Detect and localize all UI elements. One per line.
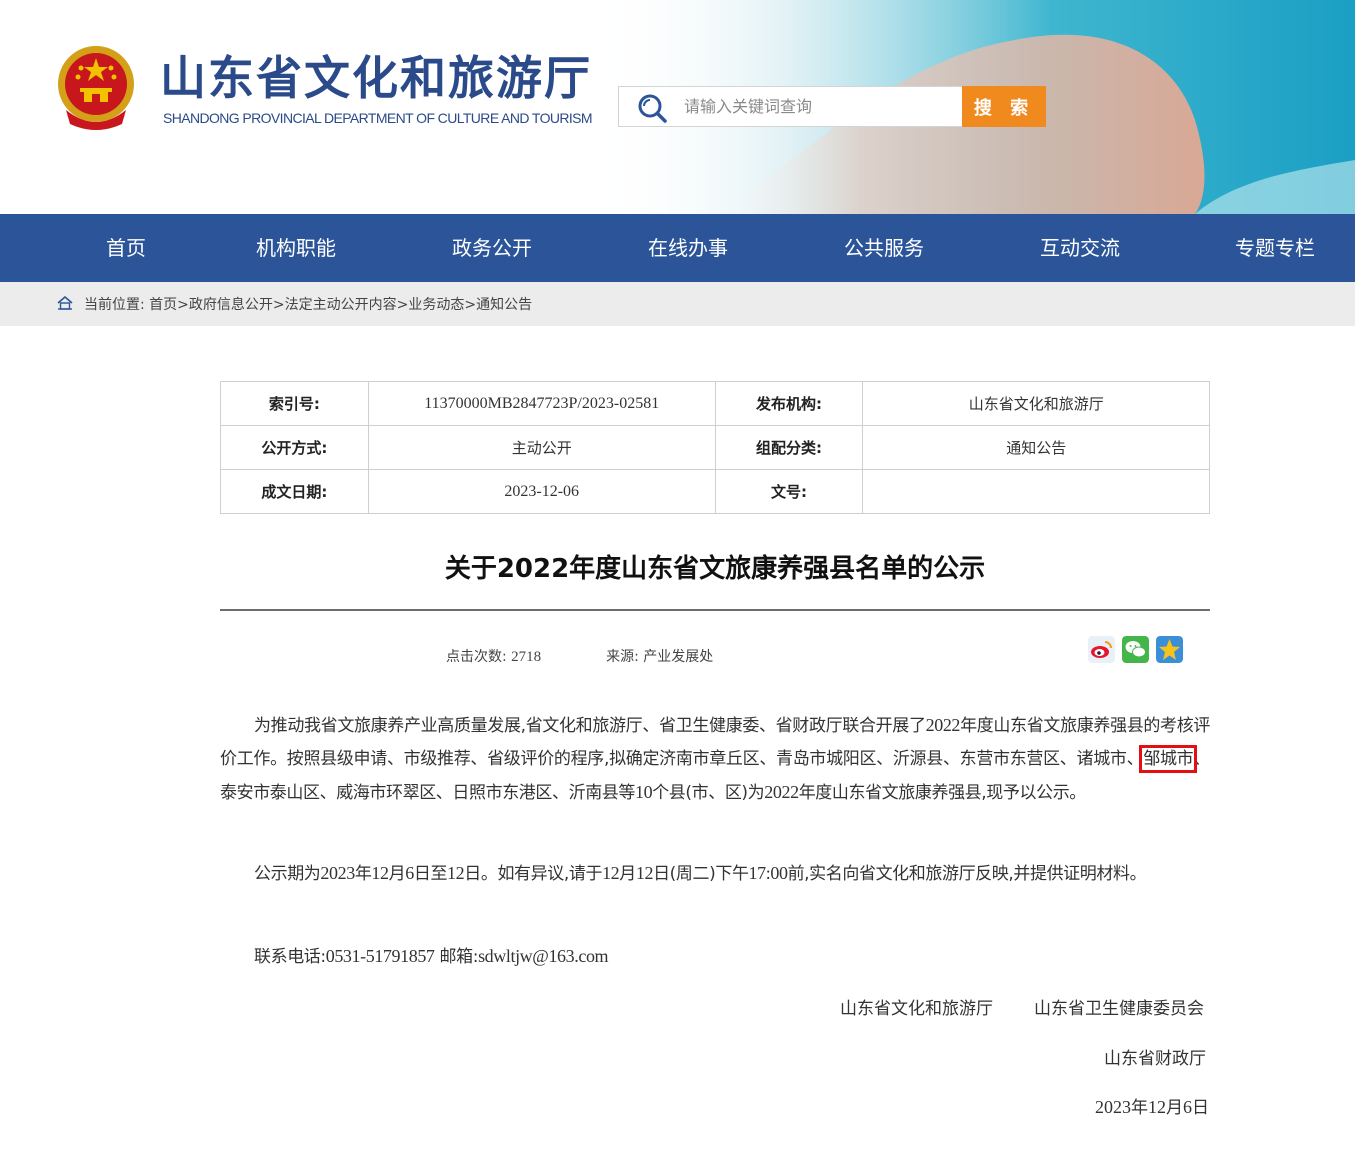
search-icon: [638, 94, 667, 123]
views-label: 点击次数:: [446, 649, 507, 665]
paragraph-text: 为推动我省文旅康养产业高质量发展,省文化和旅游厅、省卫生健康委、省财政厅联合开展…: [254, 716, 926, 736]
breadcrumb-gov-info[interactable]: 政府信息公开: [189, 297, 273, 313]
breadcrumb-business[interactable]: 业务动态: [408, 297, 464, 313]
article-info: 点击次数: 2718 来源: 产业发展处: [446, 646, 713, 666]
paragraph-text: 前,实名向省文化和旅游厅反映,并提供证明材料。: [787, 864, 1147, 884]
publisher-label: 发布机构:: [714, 381, 864, 426]
category-label: 组配分类:: [714, 425, 864, 470]
paragraph-text: 公示期为: [254, 864, 321, 884]
signer-health: 山东省卫生健康委员会: [1034, 999, 1204, 1019]
document-number-value: [862, 469, 1210, 514]
site-title: 山东省文化和旅游厅: [160, 51, 592, 105]
day-number: 6: [405, 863, 414, 883]
breadcrumb-notices[interactable]: 通知公告: [476, 297, 532, 313]
nav-item-organization[interactable]: 机构职能: [256, 214, 336, 282]
breadcrumb-home[interactable]: 首页: [149, 297, 177, 313]
disclosure-method-value: 主动公开: [367, 425, 716, 470]
home-icon: [57, 296, 73, 310]
month-number: 12: [602, 863, 620, 883]
source-value: 产业发展处: [643, 649, 714, 665]
paragraph-text: 个县(市、区)为: [652, 783, 765, 803]
phone-number: 0531-51791857: [325, 946, 435, 966]
signer-finance: 山东省财政厅: [1104, 1049, 1206, 1069]
article-paragraph-1: 为推动我省文旅康养产业高质量发展,省文化和旅游厅、省卫生健康委、省财政厅联合开展…: [220, 709, 1210, 810]
nav-item-public-services[interactable]: 公共服务: [844, 214, 924, 282]
nav-item-special-topics[interactable]: 专题专栏: [1235, 214, 1315, 282]
signing-date: 2023年12月6日: [1095, 1093, 1209, 1118]
table-row: 公开方式: 主动公开 组配分类: 通知公告: [220, 425, 1210, 470]
year-number: 2022: [925, 715, 961, 735]
nav-item-home[interactable]: 首页: [106, 214, 146, 282]
paragraph-text: 日(周二)下午: [653, 864, 749, 884]
day-number: 12: [635, 863, 654, 883]
month-number: 12: [371, 863, 389, 883]
qzone-icon[interactable]: [1156, 636, 1183, 663]
wechat-icon[interactable]: [1122, 636, 1149, 663]
month-number: 12: [1148, 1097, 1166, 1117]
email-label: 邮箱:: [434, 947, 479, 967]
weibo-icon[interactable]: [1088, 636, 1115, 663]
table-row: 索引号: 11370000MB2847723P/2023-02581 发布机构:…: [220, 381, 1210, 426]
day-number: 6: [1183, 1097, 1192, 1117]
day-number: 12: [447, 863, 465, 883]
disclosure-method-label: 公开方式:: [220, 425, 369, 470]
metadata-table: 索引号: 11370000MB2847723P/2023-02581 发布机构:…: [220, 381, 1210, 514]
time-value: 17:00: [748, 863, 788, 883]
breadcrumb: 当前位置: 首页>政府信息公开>法定主动公开内容>业务动态>通知公告: [84, 297, 533, 313]
year-number: 2022: [764, 782, 799, 802]
document-date-label: 成文日期:: [220, 469, 369, 514]
year-number: 2023: [320, 863, 355, 883]
article-paragraph-2: 公示期为2023年12月6日至12日。如有异议,请于12月12日(周二)下午17…: [220, 857, 1210, 891]
phone-label: 联系电话:: [254, 947, 326, 967]
main-nav: 首页 机构职能 政务公开 在线办事 公共服务 互动交流 专题专栏: [0, 214, 1355, 282]
article-title: 关于2022年度山东省文旅康养强县名单的公示: [444, 554, 986, 584]
document-date-value: 2023-12-06: [367, 469, 716, 514]
national-emblem-icon: [58, 46, 134, 130]
category-value: 通知公告: [862, 425, 1210, 470]
paragraph-text: 年: [354, 864, 372, 884]
paragraph-text: 日至: [413, 864, 448, 884]
breadcrumb-prefix: 当前位置:: [84, 297, 145, 313]
contact-line: 联系电话:0531-51791857 邮箱:sdwltjw@163.com: [220, 940, 1210, 974]
site-subtitle: SHANDONG PROVINCIAL DEPARTMENT OF CULTUR…: [163, 110, 593, 126]
paragraph-text: 年度山东省文旅康养强县,现予以公示。: [798, 783, 1087, 803]
paragraph-text: 月: [388, 864, 406, 884]
breadcrumb-statutory[interactable]: 法定主动公开内容: [285, 297, 397, 313]
nav-item-interaction[interactable]: 互动交流: [1040, 214, 1120, 282]
date-unit: 年: [1131, 1098, 1148, 1118]
paragraph-text: 月: [619, 864, 636, 884]
document-number-label: 文号:: [714, 469, 864, 514]
nav-item-online-services[interactable]: 在线办事: [648, 214, 728, 282]
search-input[interactable]: [676, 88, 956, 124]
paragraph-text: 日。如有异议,请于: [464, 864, 603, 884]
title-divider: [220, 609, 1210, 611]
source-label: 来源:: [606, 649, 639, 665]
count-number: 10: [635, 782, 653, 802]
signer-culture-tourism: 山东省文化和旅游厅: [840, 999, 993, 1019]
index-number-label: 索引号:: [220, 381, 369, 426]
index-number-value: 11370000MB2847723P/2023-02581: [367, 381, 716, 426]
year-number: 2023: [1095, 1097, 1131, 1117]
email-link[interactable]: sdwltjw@163.com: [478, 946, 608, 966]
views-count: 2718: [511, 649, 542, 665]
highlighted-city: 邹城市: [1139, 745, 1198, 773]
search-button[interactable]: 搜 索: [962, 86, 1046, 127]
nav-item-government-affairs[interactable]: 政务公开: [452, 214, 532, 282]
publisher-value: 山东省文化和旅游厅: [862, 381, 1210, 426]
date-unit: 日: [1192, 1098, 1209, 1118]
table-row: 成文日期: 2023-12-06 文号:: [220, 469, 1210, 514]
date-unit: 月: [1166, 1098, 1183, 1118]
